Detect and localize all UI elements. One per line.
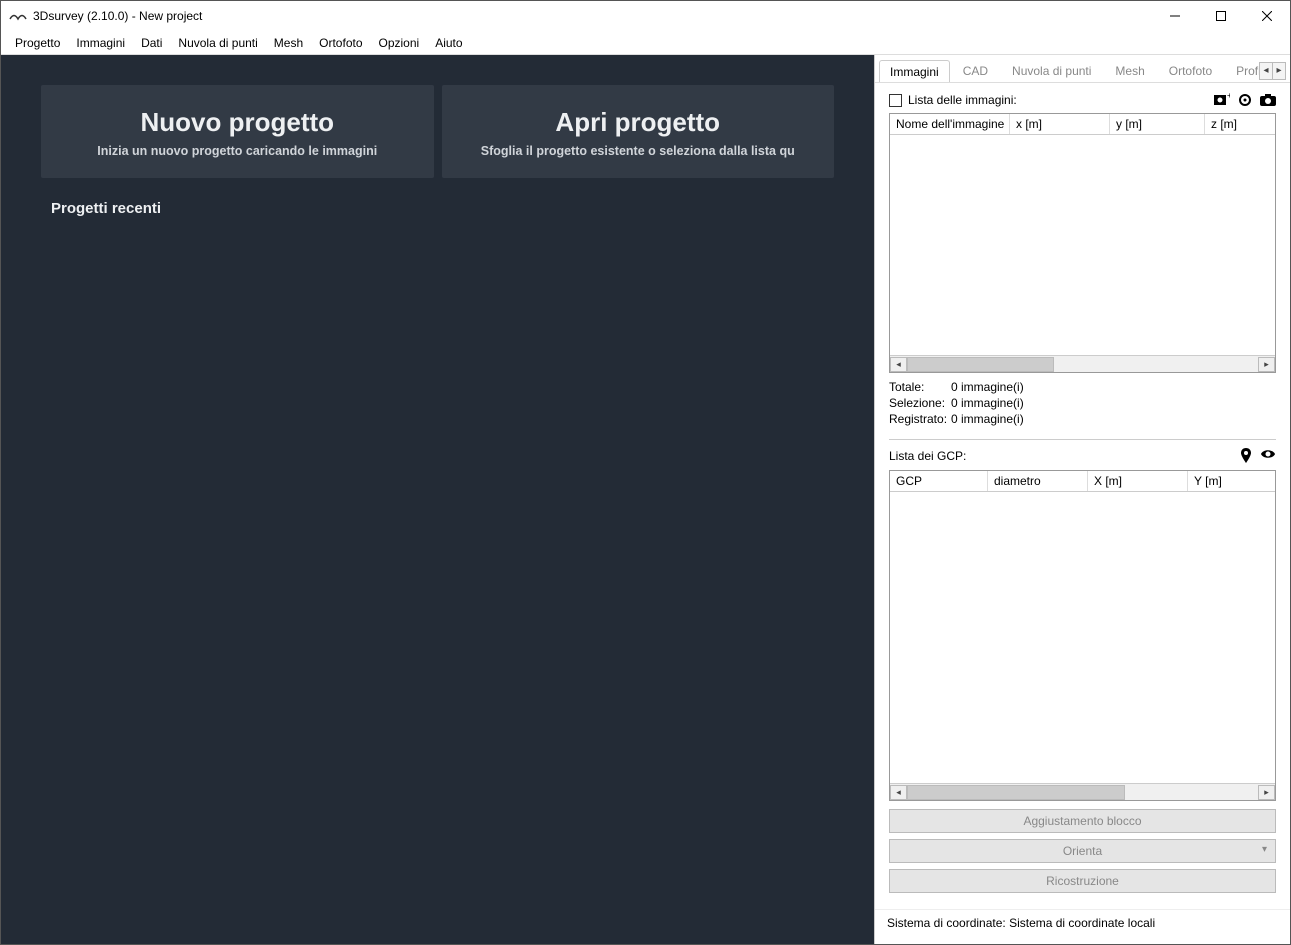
minimize-button[interactable] bbox=[1152, 1, 1198, 31]
chevron-down-icon: ▾ bbox=[1262, 844, 1267, 855]
menu-mesh[interactable]: Mesh bbox=[266, 33, 311, 53]
image-stats: Totale:0 immagine(i) Selezione:0 immagin… bbox=[889, 379, 1276, 427]
image-col-y[interactable]: y [m] bbox=[1110, 114, 1205, 134]
gcp-table: GCP diametro X [m] Y [m] ◂ ▸ bbox=[889, 470, 1276, 801]
tab-cad[interactable]: CAD bbox=[952, 59, 999, 82]
new-project-subtitle: Inizia un nuovo progetto caricando le im… bbox=[51, 144, 424, 158]
total-label: Totale: bbox=[889, 380, 951, 394]
camera-icon[interactable] bbox=[1260, 93, 1276, 107]
divider bbox=[889, 439, 1276, 440]
tab-scroll-right[interactable]: ▸ bbox=[1272, 62, 1286, 80]
scroll-right-icon[interactable]: ▸ bbox=[1258, 357, 1275, 372]
gcp-col-x[interactable]: X [m] bbox=[1088, 471, 1188, 491]
orient-button[interactable]: Orienta▾ bbox=[889, 839, 1276, 863]
scroll-left-icon[interactable]: ◂ bbox=[890, 785, 907, 800]
selection-label: Selezione: bbox=[889, 396, 951, 410]
main-area: Nuovo progetto Inizia un nuovo progetto … bbox=[1, 55, 874, 944]
menu-nuvola[interactable]: Nuvola di punti bbox=[170, 33, 265, 53]
menu-opzioni[interactable]: Opzioni bbox=[371, 33, 428, 53]
image-col-name[interactable]: Nome dell'immagine bbox=[890, 114, 1010, 134]
open-project-subtitle: Sfoglia il progetto esistente o selezion… bbox=[452, 144, 825, 158]
tab-scroll-left[interactable]: ◂ bbox=[1259, 62, 1273, 80]
close-button[interactable] bbox=[1244, 1, 1290, 31]
svg-text:+: + bbox=[1227, 93, 1230, 100]
tab-mesh[interactable]: Mesh bbox=[1104, 59, 1155, 82]
gcp-col-name[interactable]: GCP bbox=[890, 471, 988, 491]
gcp-col-diam[interactable]: diametro bbox=[988, 471, 1088, 491]
reconstruct-button[interactable]: Ricostruzione bbox=[889, 869, 1276, 893]
app-icon bbox=[9, 10, 27, 22]
recent-projects-heading: Progetti recenti bbox=[41, 200, 834, 217]
registered-label: Registrato: bbox=[889, 412, 951, 426]
image-table-hscroll[interactable]: ◂ ▸ bbox=[890, 355, 1275, 372]
side-panel: Immagini CAD Nuvola di punti Mesh Ortofo… bbox=[874, 55, 1290, 944]
eye-icon[interactable] bbox=[1260, 448, 1276, 464]
pin-icon[interactable] bbox=[1240, 448, 1252, 464]
target-icon[interactable] bbox=[1238, 93, 1252, 107]
side-tabs: Immagini CAD Nuvola di punti Mesh Ortofo… bbox=[879, 59, 1260, 82]
gcp-table-body bbox=[890, 492, 1275, 783]
total-value: 0 immagine(i) bbox=[951, 380, 1024, 394]
titlebar: 3Dsurvey (2.10.0) - New project bbox=[1, 1, 1290, 31]
scroll-right-icon[interactable]: ▸ bbox=[1258, 785, 1275, 800]
menu-aiuto[interactable]: Aiuto bbox=[427, 33, 470, 53]
gcp-col-y[interactable]: Y [m] bbox=[1188, 471, 1275, 491]
gcp-table-hscroll[interactable]: ◂ ▸ bbox=[890, 783, 1275, 800]
select-all-images-checkbox[interactable] bbox=[889, 94, 902, 107]
menu-progetto[interactable]: Progetto bbox=[7, 33, 68, 53]
adjust-block-button[interactable]: Aggiustamento blocco bbox=[889, 809, 1276, 833]
open-project-card[interactable]: Apri progetto Sfoglia il progetto esiste… bbox=[442, 85, 835, 178]
tab-profilo[interactable]: Profilo bbox=[1225, 59, 1260, 82]
open-project-title: Apri progetto bbox=[452, 107, 825, 138]
menu-dati[interactable]: Dati bbox=[133, 33, 170, 53]
image-table-body bbox=[890, 135, 1275, 355]
new-project-card[interactable]: Nuovo progetto Inizia un nuovo progetto … bbox=[41, 85, 434, 178]
maximize-button[interactable] bbox=[1198, 1, 1244, 31]
gcp-list-label: Lista dei GCP: bbox=[889, 449, 966, 463]
scroll-left-icon[interactable]: ◂ bbox=[890, 357, 907, 372]
tab-immagini[interactable]: Immagini bbox=[879, 60, 950, 82]
image-col-x[interactable]: x [m] bbox=[1010, 114, 1110, 134]
coordinate-system-status: Sistema di coordinate: Sistema di coordi… bbox=[875, 909, 1290, 944]
window-title: 3Dsurvey (2.10.0) - New project bbox=[33, 9, 202, 23]
menubar: Progetto Immagini Dati Nuvola di punti M… bbox=[1, 31, 1290, 55]
image-list-label: Lista delle immagini: bbox=[908, 93, 1017, 107]
add-image-icon[interactable]: + bbox=[1214, 93, 1230, 107]
selection-value: 0 immagine(i) bbox=[951, 396, 1024, 410]
registered-value: 0 immagine(i) bbox=[951, 412, 1024, 426]
tab-nuvola[interactable]: Nuvola di punti bbox=[1001, 59, 1102, 82]
image-table: Nome dell'immagine x [m] y [m] z [m] ◂ ▸ bbox=[889, 113, 1276, 373]
menu-ortofoto[interactable]: Ortofoto bbox=[311, 33, 370, 53]
new-project-title: Nuovo progetto bbox=[51, 107, 424, 138]
image-col-z[interactable]: z [m] bbox=[1205, 114, 1275, 134]
menu-immagini[interactable]: Immagini bbox=[68, 33, 133, 53]
tab-ortofoto[interactable]: Ortofoto bbox=[1158, 59, 1223, 82]
